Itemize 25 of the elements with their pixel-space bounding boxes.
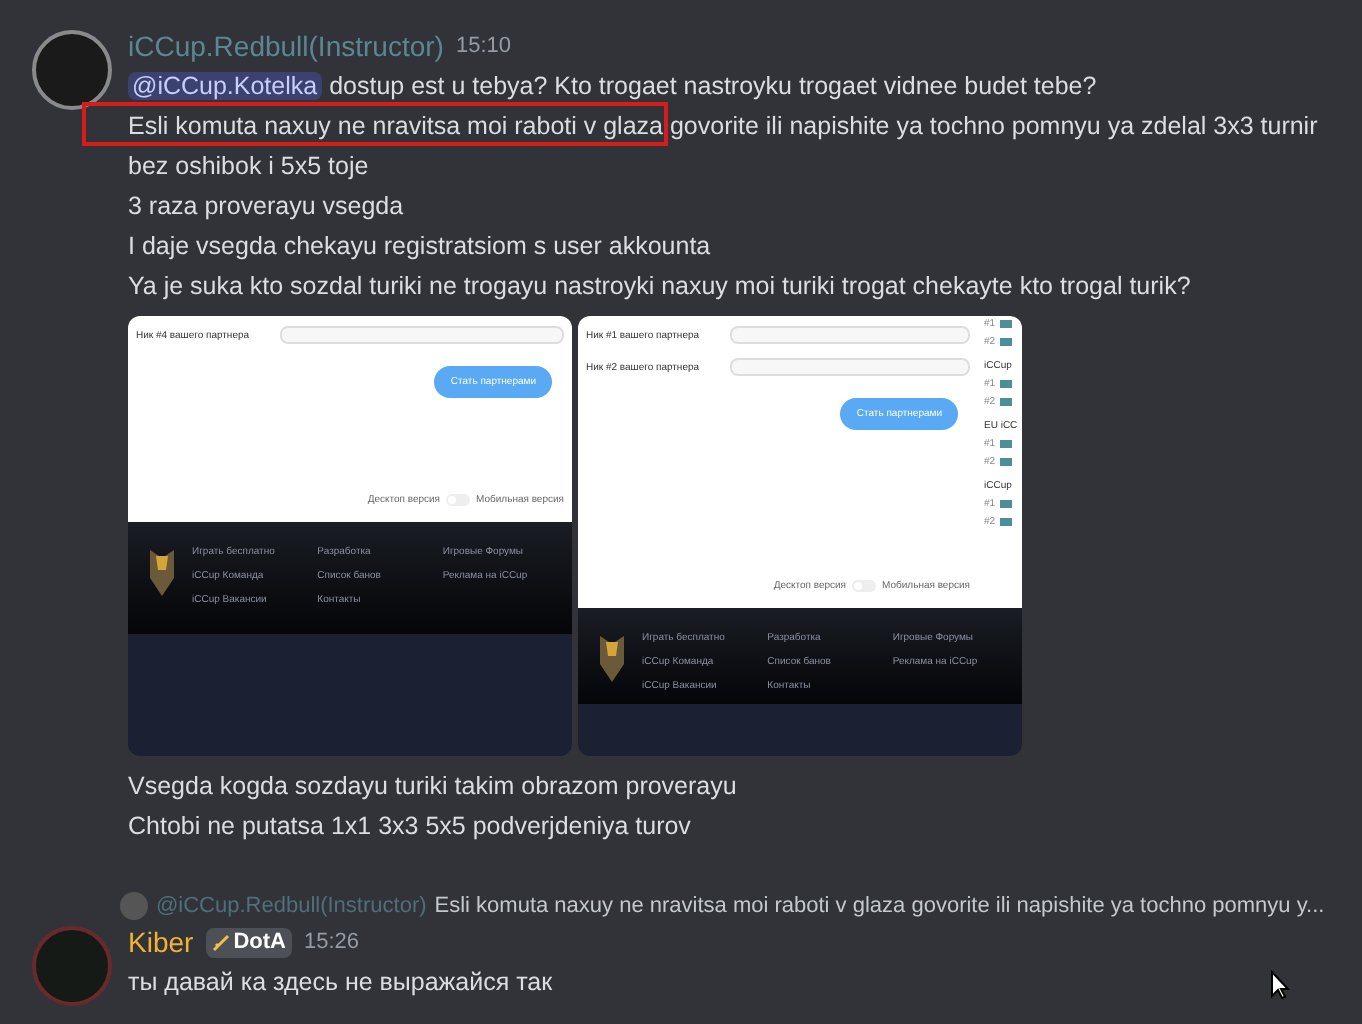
message-text: @iCCup.Kotelka dostup est u tebya? Kto trogaet nastroyku trogaet vidnee budet tebe? <box>128 70 1097 104</box>
input-field[interactable] <box>280 326 564 344</box>
input-field[interactable] <box>730 358 970 376</box>
role-badge: DotA <box>205 927 292 957</box>
shield-logo-icon <box>148 546 176 598</box>
mouse-cursor-icon <box>1270 970 1290 1000</box>
user-mention[interactable]: @iCCup.Kotelka <box>128 72 322 100</box>
message-text: 3 raza proverayu vsegda <box>128 190 404 224</box>
reply-preview[interactable]: Esli komuta naxuy ne nravitsa moi raboti v glaza govorite ili napishite ya tochno pomnyu y... <box>434 890 1325 922</box>
message-text: Ya je suka kto sozdal turiki ne trogayu nastroyki naxuy moi turiki trogat chekayte kto trogal turik? <box>128 270 1191 304</box>
reply-avatar <box>120 892 148 920</box>
message-text: Chtobi ne putatsa 1x1 3x3 5x5 podverjdeniya turov <box>128 810 691 844</box>
author-name[interactable]: Kiber <box>128 922 194 962</box>
message-text: I daje vsegda chekayu registratsiom s user akkounta <box>128 230 711 264</box>
screenshot-image[interactable] <box>578 316 1022 756</box>
sword-icon <box>211 933 230 951</box>
timestamp: 15:26 <box>303 928 359 958</box>
input-field[interactable] <box>730 326 970 344</box>
shield-logo-icon <box>598 632 626 684</box>
user-avatar[interactable] <box>32 30 112 110</box>
timestamp: 15:10 <box>455 32 511 62</box>
author-name[interactable]: iCCup.Redbull(Instructor) <box>128 26 444 66</box>
message-text: Vsegda kogda sozdayu turiki takim obrazom proverayu <box>128 770 737 804</box>
message-text: ты давай ка здесь не выражайся так <box>128 966 553 1000</box>
message-text: Esli komuta naxuy ne nravitsa moi raboti v glaza govorite ili napishite ya tochno pomnyu ya zdelal 3x3 turnir bez oshibok i 5x5 toje <box>128 110 1320 184</box>
